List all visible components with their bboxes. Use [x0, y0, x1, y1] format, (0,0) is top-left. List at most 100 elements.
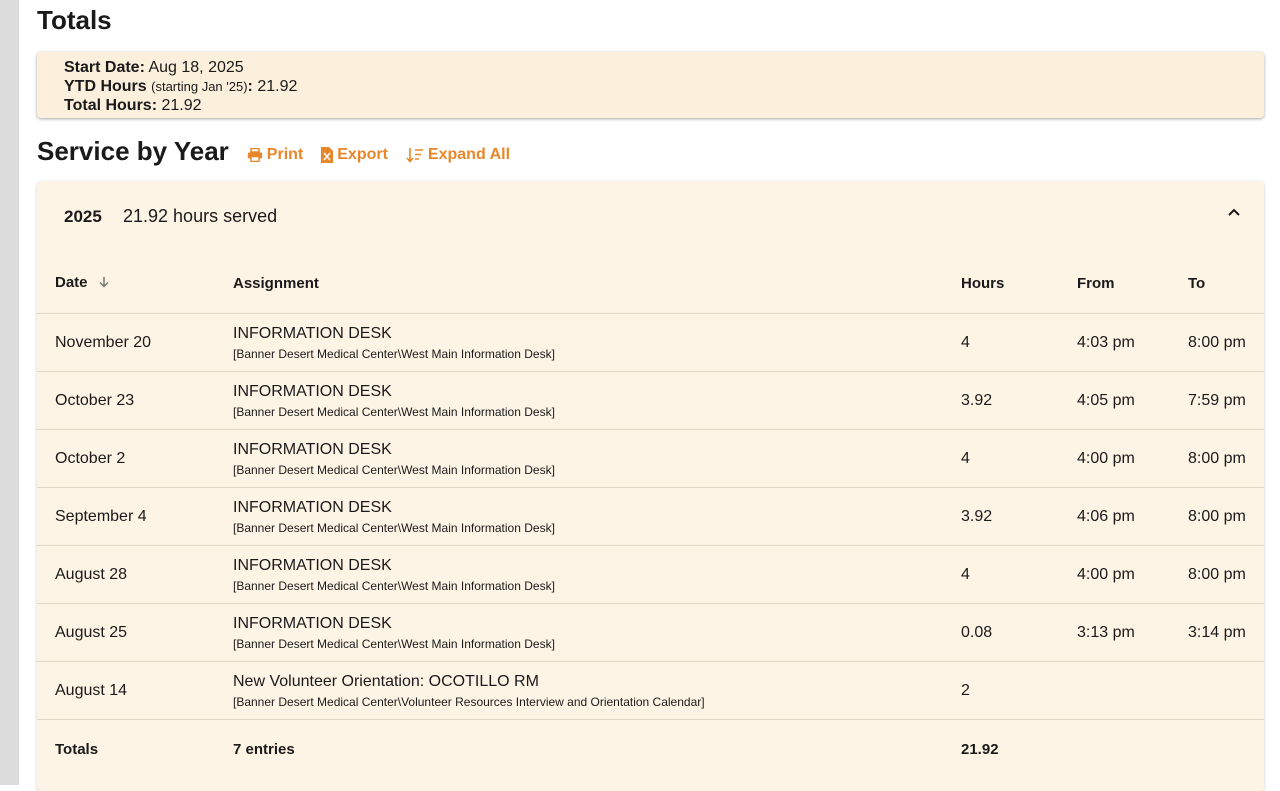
assignment-title: INFORMATION DESK	[233, 440, 392, 458]
row-date: October 23	[37, 371, 233, 430]
row-to: 8:00 pm	[1188, 487, 1264, 546]
row-to: 7:59 pm	[1188, 371, 1264, 430]
totals-entries: 7 entries	[233, 740, 295, 758]
totals-from-empty	[1077, 720, 1188, 779]
year-hours-served: 21.92 hours served	[123, 206, 278, 226]
row-from: 4:03 pm	[1077, 313, 1188, 372]
year-label: 2025	[64, 207, 102, 226]
table-row[interactable]: August 25 INFORMATION DESK [Banner Deser…	[37, 603, 1264, 662]
start-date-label: Start Date:	[64, 59, 145, 76]
totals-heading: Totals	[37, 5, 112, 35]
assignment-title: INFORMATION DESK	[233, 498, 392, 516]
table-row[interactable]: November 20 INFORMATION DESK [Banner Des…	[37, 313, 1264, 372]
column-header-assignment[interactable]: Assignment	[233, 253, 961, 314]
print-label: Print	[266, 146, 304, 163]
expand-all-button[interactable]: Expand All	[406, 146, 510, 164]
ytd-hours-colon: :	[247, 78, 253, 95]
totals-hours: 21.92	[961, 740, 999, 758]
row-hours: 3.92	[961, 487, 1077, 546]
excel-file-icon	[321, 147, 334, 163]
row-hours: 2	[961, 661, 1077, 720]
row-hours: 3.92	[961, 371, 1077, 430]
sort-expand-icon	[406, 147, 424, 163]
assignment-location: [Banner Desert Medical Center\Volunteer …	[233, 694, 705, 709]
ytd-hours-value: 21.92	[257, 78, 298, 95]
table-row[interactable]: October 23 INFORMATION DESK [Banner Dese…	[37, 371, 1264, 430]
row-hours: 4	[961, 545, 1077, 604]
service-table: Date Assignment Hours From To November 2…	[37, 253, 1264, 778]
assignment-location: [Banner Desert Medical Center\West Main …	[233, 520, 555, 535]
assignment-location: [Banner Desert Medical Center\West Main …	[233, 346, 555, 361]
totals-card: Start Date: Aug 18, 2025 YTD Hours (star…	[37, 52, 1264, 118]
ytd-hours-row: YTD Hours (starting Jan '25): 21.92	[64, 77, 1264, 96]
row-from: 3:13 pm	[1077, 603, 1188, 662]
assignment-location: [Banner Desert Medical Center\West Main …	[233, 462, 555, 477]
row-date: October 2	[37, 429, 233, 488]
total-hours-value: 21.92	[161, 97, 202, 114]
chevron-up-icon[interactable]	[1226, 205, 1242, 223]
row-from	[1077, 661, 1188, 720]
row-date: August 28	[37, 545, 233, 604]
assignment-title: New Volunteer Orientation: OCOTILLO RM	[233, 672, 539, 690]
expand-all-label: Expand All	[427, 146, 511, 163]
arrow-down-icon	[98, 275, 110, 292]
assignment-title: INFORMATION DESK	[233, 324, 392, 342]
total-hours-label: Total Hours:	[64, 97, 158, 114]
table-row[interactable]: September 4 INFORMATION DESK [Banner Des…	[37, 487, 1264, 546]
table-row[interactable]: October 2 INFORMATION DESK [Banner Deser…	[37, 429, 1264, 488]
row-to: 8:00 pm	[1188, 545, 1264, 604]
service-by-year-header: Service by Year Print Export Expand All	[37, 134, 510, 168]
export-button[interactable]: Export	[321, 146, 388, 164]
assignment-location: [Banner Desert Medical Center\West Main …	[233, 636, 555, 651]
start-date-value: Aug 18, 2025	[148, 59, 244, 76]
start-date-row: Start Date: Aug 18, 2025	[64, 58, 1264, 77]
print-button[interactable]: Print	[247, 146, 303, 164]
row-assignment: INFORMATION DESK [Banner Desert Medical …	[233, 603, 961, 662]
row-to: 8:00 pm	[1188, 429, 1264, 488]
row-hours: 4	[961, 313, 1077, 372]
row-to: 8:00 pm	[1188, 313, 1264, 372]
totals-label: Totals	[55, 740, 99, 758]
row-assignment: INFORMATION DESK [Banner Desert Medical …	[233, 371, 961, 430]
row-hours: 0.08	[961, 603, 1077, 662]
assignment-title: INFORMATION DESK	[233, 556, 392, 574]
left-rail	[0, 0, 19, 785]
row-from: 4:00 pm	[1077, 545, 1188, 604]
totals-to-empty	[1188, 720, 1264, 779]
year-panel-header[interactable]: 2025 21.92 hours served	[37, 181, 1264, 253]
printer-icon	[247, 148, 263, 162]
row-assignment: New Volunteer Orientation: OCOTILLO RM […	[233, 661, 961, 720]
assignment-location: [Banner Desert Medical Center\West Main …	[233, 578, 555, 593]
table-row[interactable]: August 28 INFORMATION DESK [Banner Deser…	[37, 545, 1264, 604]
row-date: August 25	[37, 603, 233, 662]
assignment-location: [Banner Desert Medical Center\West Main …	[233, 404, 555, 419]
row-date: November 20	[37, 313, 233, 372]
export-label: Export	[337, 146, 388, 163]
row-assignment: INFORMATION DESK [Banner Desert Medical …	[233, 545, 961, 604]
row-from: 4:06 pm	[1077, 487, 1188, 546]
table-row[interactable]: August 14 New Volunteer Orientation: OCO…	[37, 661, 1264, 720]
assignment-title: INFORMATION DESK	[233, 614, 392, 632]
ytd-hours-note: (starting Jan '25)	[151, 79, 248, 94]
row-to	[1188, 661, 1264, 720]
total-hours-row: Total Hours: 21.92	[64, 96, 1264, 115]
row-assignment: INFORMATION DESK [Banner Desert Medical …	[233, 429, 961, 488]
column-header-hours[interactable]: Hours	[961, 253, 1077, 314]
row-assignment: INFORMATION DESK [Banner Desert Medical …	[233, 313, 961, 372]
row-date: September 4	[37, 487, 233, 546]
row-to: 3:14 pm	[1188, 603, 1264, 662]
date-header-label: Date	[55, 274, 88, 292]
row-assignment: INFORMATION DESK [Banner Desert Medical …	[233, 487, 961, 546]
row-date: August 14	[37, 661, 233, 720]
column-header-to[interactable]: To	[1188, 253, 1264, 314]
table-header-row: Date Assignment Hours From To	[37, 253, 1264, 314]
table-totals-row: Totals 7 entries 21.92	[37, 720, 1264, 779]
row-hours: 4	[961, 429, 1077, 488]
service-by-year-title: Service by Year	[37, 136, 229, 166]
ytd-hours-label: YTD Hours	[64, 78, 147, 95]
column-header-date[interactable]: Date	[37, 253, 233, 314]
year-panel-2025: 2025 21.92 hours served Date Assignment …	[37, 181, 1264, 791]
row-from: 4:05 pm	[1077, 371, 1188, 430]
column-header-from[interactable]: From	[1077, 253, 1188, 314]
assignment-title: INFORMATION DESK	[233, 382, 392, 400]
